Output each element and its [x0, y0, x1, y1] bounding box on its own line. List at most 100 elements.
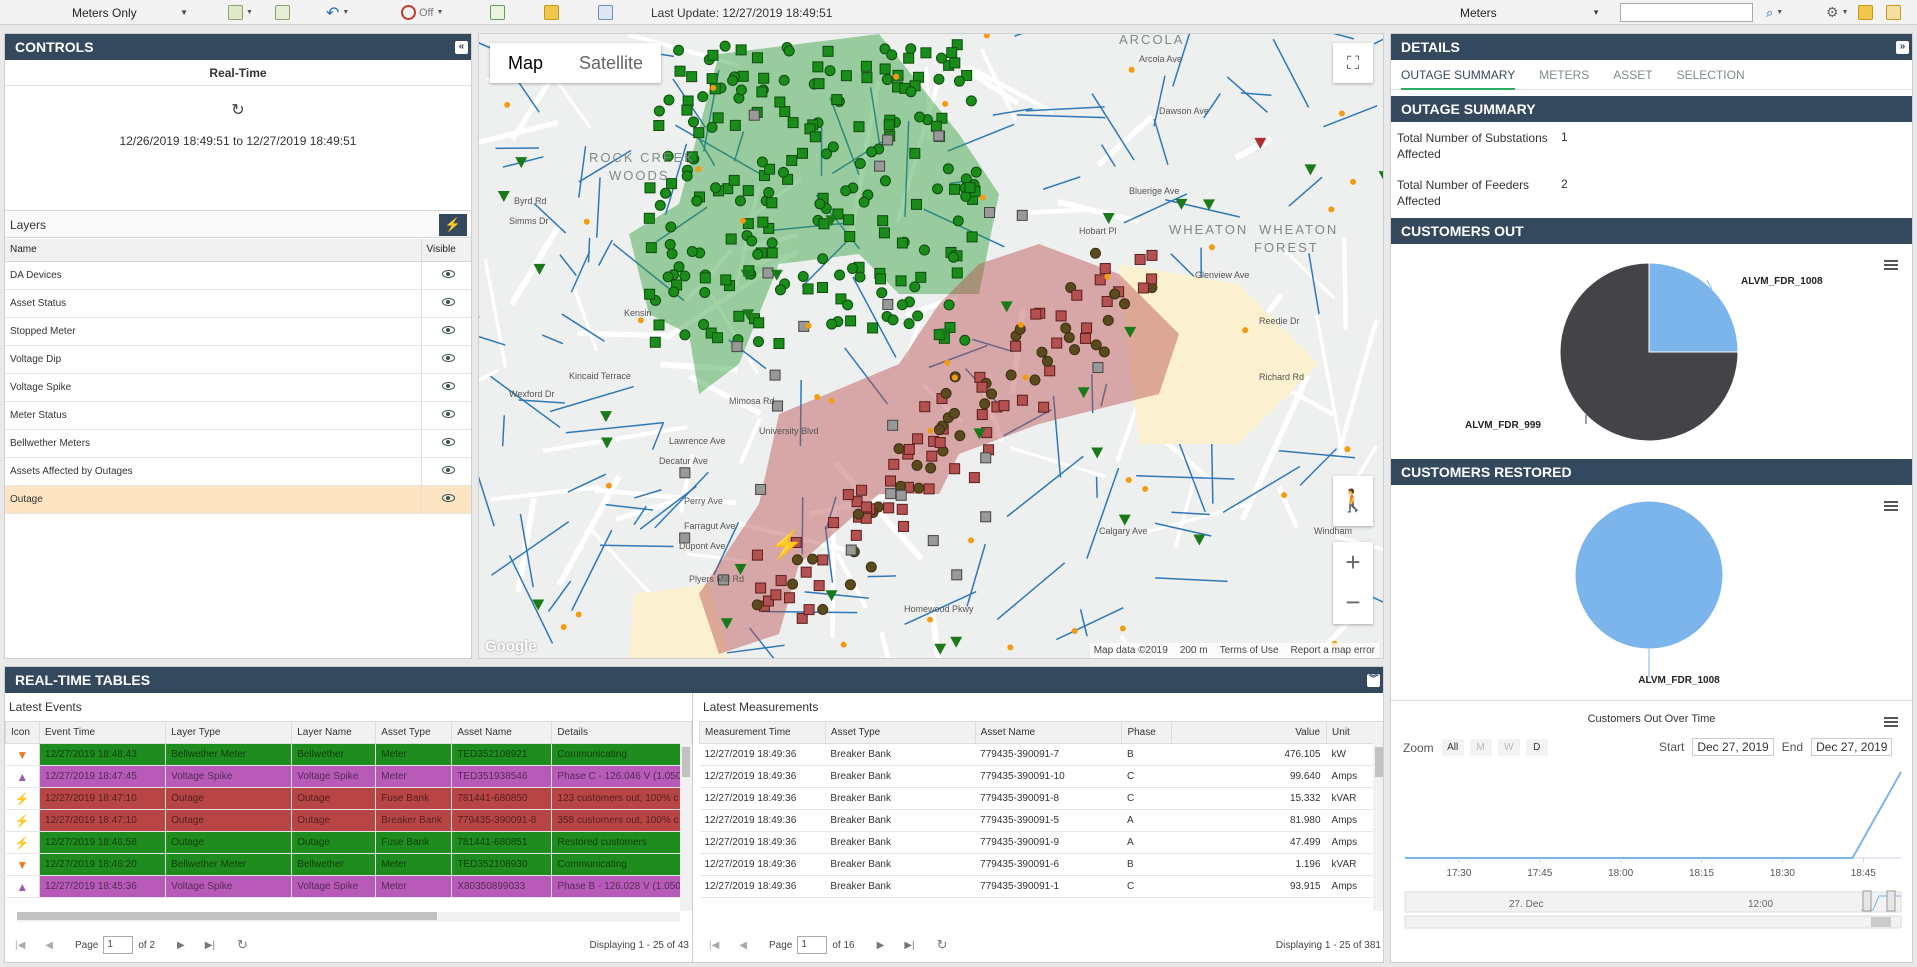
outage-meter-marker[interactable]: [1089, 247, 1101, 259]
outage-meter-marker[interactable]: [1030, 308, 1042, 320]
meter-marker[interactable]: [662, 271, 674, 283]
outage-meter-marker[interactable]: [1099, 263, 1111, 275]
meter-marker[interactable]: [914, 111, 926, 123]
measurement-row[interactable]: 12/27/2019 18:49:36 Breaker Bank 779435-39…: [699, 853, 1383, 876]
outage-meter-marker[interactable]: [898, 520, 910, 532]
meter-marker[interactable]: [734, 195, 746, 207]
meter-marker[interactable]: [668, 286, 680, 298]
da-device-marker[interactable]: [944, 359, 951, 366]
meter-marker[interactable]: [903, 52, 915, 64]
page-input[interactable]: 1: [797, 936, 828, 954]
meter-marker[interactable]: [932, 183, 944, 195]
bellwether-marker[interactable]: [950, 636, 963, 648]
meter-marker[interactable]: [698, 319, 710, 331]
da-device-marker[interactable]: [1208, 244, 1215, 251]
outage-meter-marker[interactable]: [976, 381, 988, 393]
outage-meter-marker[interactable]: [940, 387, 952, 399]
zoom-m-button[interactable]: M: [1469, 739, 1492, 756]
outage-meter-marker[interactable]: [844, 579, 856, 591]
unknown-meter-marker[interactable]: [845, 544, 857, 556]
refresh-icon[interactable]: ↻: [937, 937, 948, 953]
meter-marker[interactable]: [896, 299, 908, 311]
meter-marker[interactable]: [756, 86, 768, 98]
measurement-row[interactable]: 12/27/2019 18:49:36 Breaker Bank 779435-39…: [699, 765, 1383, 788]
unknown-meter-marker[interactable]: [769, 369, 781, 381]
outage-meter-marker[interactable]: [1090, 339, 1102, 351]
outage-meter-marker[interactable]: [1055, 310, 1067, 322]
search-input[interactable]: [1620, 3, 1753, 22]
eye-icon[interactable]: [442, 269, 456, 278]
meter-marker[interactable]: [866, 146, 878, 158]
outage-meter-marker[interactable]: [913, 482, 925, 494]
da-device-marker[interactable]: [1007, 644, 1014, 651]
meter-marker[interactable]: [654, 199, 666, 211]
meter-marker[interactable]: [687, 116, 699, 128]
bellwether-marker[interactable]: [825, 590, 838, 602]
meter-marker[interactable]: [742, 185, 754, 197]
layer-row[interactable]: Meter Status: [5, 401, 471, 430]
outage-meter-marker[interactable]: [1134, 253, 1146, 265]
meter-marker[interactable]: [758, 72, 770, 84]
unknown-meter-marker[interactable]: [755, 483, 767, 495]
chart-menu-icon[interactable]: [1884, 260, 1898, 270]
eye-icon[interactable]: [442, 353, 456, 362]
right-select[interactable]: Meters ▼: [1460, 3, 1604, 22]
measurement-row[interactable]: 12/27/2019 18:49:36 Breaker Bank 779435-39…: [699, 743, 1383, 766]
event-row[interactable]: ⚡ 12/27/2019 18:46:58 Outage Outage Fuse Ban…: [5, 831, 692, 854]
meter-marker[interactable]: [965, 95, 977, 107]
unknown-meter-marker[interactable]: [882, 134, 894, 146]
bellwether-marker[interactable]: [1193, 534, 1206, 546]
toggle-off-button[interactable]: Off ▼: [401, 4, 443, 21]
meter-marker[interactable]: [910, 198, 922, 210]
meter-marker[interactable]: [691, 195, 703, 207]
unknown-meter-marker[interactable]: [885, 488, 897, 500]
events-col-header[interactable]: Icon: [5, 721, 41, 744]
meter-marker[interactable]: [822, 45, 834, 57]
meter-marker[interactable]: [813, 78, 825, 90]
meter-marker[interactable]: [746, 235, 758, 247]
meter-marker[interactable]: [887, 314, 899, 326]
da-device-marker[interactable]: [983, 34, 990, 39]
outage-meter-marker[interactable]: [1102, 314, 1114, 326]
outage-meter-marker[interactable]: [954, 430, 966, 442]
measurements-scrollbar[interactable]: [1373, 743, 1383, 911]
da-device-marker[interactable]: [1125, 476, 1132, 483]
meas-col-header[interactable]: Phase: [1121, 721, 1173, 744]
meter-marker[interactable]: [846, 262, 858, 274]
measurement-row[interactable]: 12/27/2019 18:49:36 Breaker Bank 779435-39…: [699, 809, 1383, 832]
unknown-meter-marker[interactable]: [731, 341, 743, 353]
unknown-meter-marker[interactable]: [1016, 209, 1028, 221]
da-device-marker[interactable]: [605, 482, 612, 489]
meter-marker[interactable]: [682, 95, 694, 107]
collapse-down-icon[interactable]: ︾: [1367, 674, 1380, 687]
event-row[interactable]: ⚡ 12/27/2019 18:47:10 Outage Outage Breaker …: [5, 809, 692, 832]
meter-marker[interactable]: [774, 284, 786, 296]
tab-outage-summary[interactable]: OUTAGE SUMMARY: [1401, 68, 1516, 90]
meter-marker[interactable]: [905, 43, 917, 55]
outage-meter-marker[interactable]: [926, 450, 938, 462]
outage-meter-marker[interactable]: [865, 561, 877, 573]
outage-meter-marker[interactable]: [783, 592, 795, 604]
outage-meter-marker[interactable]: [1146, 249, 1158, 261]
measurement-row[interactable]: 12/27/2019 18:49:36 Breaker Bank 779435-39…: [699, 831, 1383, 854]
bellwether-marker[interactable]: [1304, 164, 1317, 176]
outage-meter-marker[interactable]: [755, 582, 767, 594]
outage-meter-marker[interactable]: [925, 462, 937, 474]
map-tab[interactable]: Map: [490, 43, 561, 83]
meter-marker[interactable]: [644, 288, 656, 300]
meter-marker[interactable]: [787, 117, 799, 129]
outage-meter-marker[interactable]: [1119, 298, 1131, 310]
eye-icon[interactable]: [442, 325, 456, 334]
da-device-marker[interactable]: [1018, 321, 1025, 328]
meter-marker[interactable]: [827, 141, 839, 153]
next-page-icon[interactable]: ▶: [877, 940, 885, 951]
pie-slice[interactable]: [1648, 262, 1739, 353]
meter-marker[interactable]: [812, 61, 824, 73]
unknown-meter-marker[interactable]: [895, 489, 907, 501]
outage-meter-marker[interactable]: [861, 501, 873, 513]
outage-meter-marker[interactable]: [985, 388, 997, 400]
meter-marker[interactable]: [840, 70, 852, 82]
filter-select[interactable]: Meters Only ▼: [72, 3, 192, 22]
meter-marker[interactable]: [918, 244, 930, 256]
events-col-header[interactable]: Asset Name: [451, 721, 553, 744]
